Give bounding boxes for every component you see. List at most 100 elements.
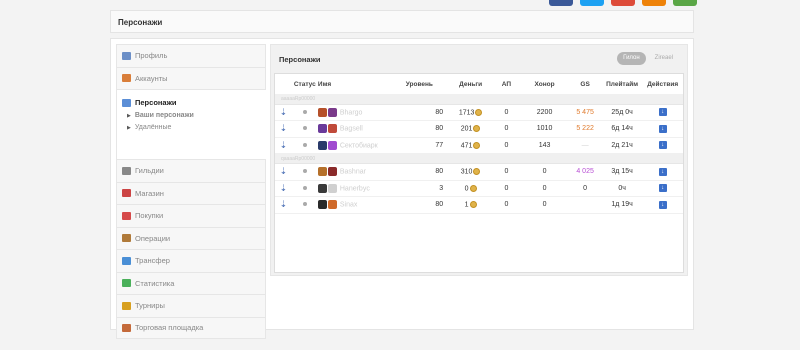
- gs-cell: 0: [568, 180, 602, 197]
- sidebar-item[interactable]: Покупки: [116, 204, 266, 227]
- money-cell: 1713: [449, 104, 493, 121]
- character-name[interactable]: Bashnar: [338, 169, 366, 176]
- column-header: Хонор: [534, 80, 555, 88]
- sidebar-subitem[interactable]: ▶ Удалённые: [127, 124, 171, 131]
- trophy-icon: [122, 301, 131, 310]
- money-cell: 201: [449, 120, 493, 138]
- user-icon: [122, 74, 131, 83]
- column-header: Статус: [293, 80, 316, 88]
- page-header: Персонажи: [110, 10, 694, 33]
- status-dot-icon: [302, 185, 307, 190]
- actions-cell: ↓: [642, 163, 683, 181]
- gold-coin-icon: [473, 141, 481, 149]
- sidebar-item[interactable]: Операции: [116, 226, 266, 249]
- download-action-icon[interactable]: ↓: [658, 108, 667, 117]
- account-group-label: aaaaaRp00000: [275, 94, 683, 105]
- pin-icon[interactable]: ⇣: [280, 107, 288, 117]
- realm-toggle-active[interactable]: Гилон: [617, 52, 646, 65]
- ap-cell: 0: [492, 104, 521, 121]
- sidebar-item-label: Профиль: [135, 51, 168, 61]
- sidebar-item[interactable]: Аккаунты: [116, 66, 266, 89]
- pin-cell: ⇣: [275, 180, 292, 197]
- sidebar-item[interactable]: Гильдии: [116, 159, 266, 182]
- sidebar-item-label: Операции: [135, 233, 171, 243]
- gold-coin-icon: [473, 125, 481, 133]
- share-icon-ok[interactable]: [642, 0, 666, 6]
- level-cell: 80: [389, 196, 450, 214]
- triangle-right-icon: ▶: [127, 124, 131, 131]
- share-icon-google[interactable]: [611, 0, 635, 6]
- pin-icon[interactable]: ⇣: [280, 183, 288, 193]
- share-icon-extra[interactable]: [673, 0, 697, 6]
- status-cell: [291, 120, 318, 138]
- pin-icon[interactable]: ⇣: [280, 166, 288, 176]
- pin-icon[interactable]: ⇣: [280, 140, 288, 150]
- sidebar-subitem[interactable]: ▶ Ваши персонажи: [127, 112, 194, 119]
- download-action-icon[interactable]: ↓: [658, 124, 667, 133]
- sidebar-item-label: Аккаунты: [135, 73, 168, 83]
- share-icon-twitter[interactable]: [580, 0, 604, 6]
- name-cell: Sinax: [317, 196, 390, 214]
- sidebar-item[interactable]: Магазин: [116, 181, 266, 204]
- gs-cell: 4 025: [568, 163, 602, 181]
- money-cell: 0: [449, 180, 493, 197]
- transfer-icon: [122, 256, 131, 265]
- status-dot-icon: [302, 109, 307, 114]
- table-header: Статус Имя Уровень Деньги АП Хонор GS Плейтайм Д…: [275, 74, 683, 94]
- character-name[interactable]: Bhargo: [338, 109, 363, 116]
- pin-icon[interactable]: ⇣: [280, 199, 288, 209]
- race-icon: [317, 140, 327, 150]
- pin-icon[interactable]: ⇣: [280, 123, 288, 133]
- table-row: ⇣ Bashnar 80 310 0 0 4 025 3д 15ч ↓: [275, 163, 683, 181]
- column-header: АП: [501, 80, 512, 88]
- download-action-icon[interactable]: ↓: [658, 184, 667, 193]
- level-cell: 80: [389, 163, 450, 181]
- sidebar-item[interactable]: Статистика: [116, 271, 266, 294]
- gold-coin-icon: [469, 184, 477, 192]
- realm-toggle: Гилон Zireael: [617, 52, 679, 65]
- share-icon-facebook[interactable]: [549, 0, 573, 6]
- sidebar-item-label: Магазин: [135, 188, 164, 198]
- actions-cell: ↓: [642, 196, 683, 214]
- operations-icon: [122, 234, 131, 243]
- level-cell: 80: [389, 104, 450, 121]
- sidebar-item[interactable]: Трансфер: [116, 249, 266, 272]
- table-row: ⇣ Bhargo 80 1713 0 2200 5 475 25д 0ч ↓: [275, 104, 683, 121]
- character-name[interactable]: Bagsell: [338, 126, 363, 133]
- level-cell: 3: [389, 180, 450, 197]
- character-name[interactable]: Hanerbyc: [338, 185, 370, 192]
- sidebar-item-active[interactable]: Персонажи ▶ Ваши персонажи ▶ Удалённые: [116, 89, 266, 159]
- hammer-icon: [122, 323, 131, 332]
- race-icon: [317, 167, 327, 177]
- status-cell: [291, 163, 318, 181]
- download-action-icon[interactable]: ↓: [658, 141, 667, 150]
- character-name[interactable]: Сектобиарк: [338, 142, 378, 149]
- gs-cell: [568, 196, 602, 214]
- sidebar-subitem-label: Ваши персонажи: [134, 112, 194, 119]
- gs-cell: 5 222: [568, 120, 602, 138]
- sidebar-item[interactable]: Торговая площадка: [116, 316, 266, 339]
- race-icon: [317, 107, 327, 117]
- ap-cell: 0: [492, 180, 521, 197]
- gold-coin-icon: [469, 201, 477, 209]
- realm-toggle-inactive[interactable]: Zireael: [649, 52, 679, 65]
- download-action-icon[interactable]: ↓: [658, 200, 667, 209]
- name-cell: Сектобиарк: [317, 137, 390, 154]
- honor-cell: 143: [520, 137, 569, 154]
- status-dot-icon: [302, 142, 307, 147]
- table-row: ⇣ Сектобиарк 77 471 0 143—2д 21ч ↓: [275, 137, 683, 154]
- honor-cell: 1010: [520, 120, 569, 138]
- actions-cell: ↓: [642, 120, 683, 138]
- stats-icon: [122, 279, 131, 288]
- column-header: Плейтайм: [606, 80, 639, 88]
- ap-cell: 0: [492, 196, 521, 214]
- download-action-icon[interactable]: ↓: [658, 167, 667, 176]
- sidebar-item[interactable]: Профиль: [116, 44, 266, 67]
- character-name[interactable]: Sinax: [338, 202, 358, 209]
- race-icon: [317, 200, 327, 210]
- sidebar-item[interactable]: Турниры: [116, 294, 266, 317]
- page-title: Персонажи: [118, 18, 163, 27]
- triangle-right-icon: ▶: [127, 112, 131, 119]
- sidebar-active-row: Персонажи: [122, 98, 177, 107]
- ap-cell: 0: [492, 120, 521, 138]
